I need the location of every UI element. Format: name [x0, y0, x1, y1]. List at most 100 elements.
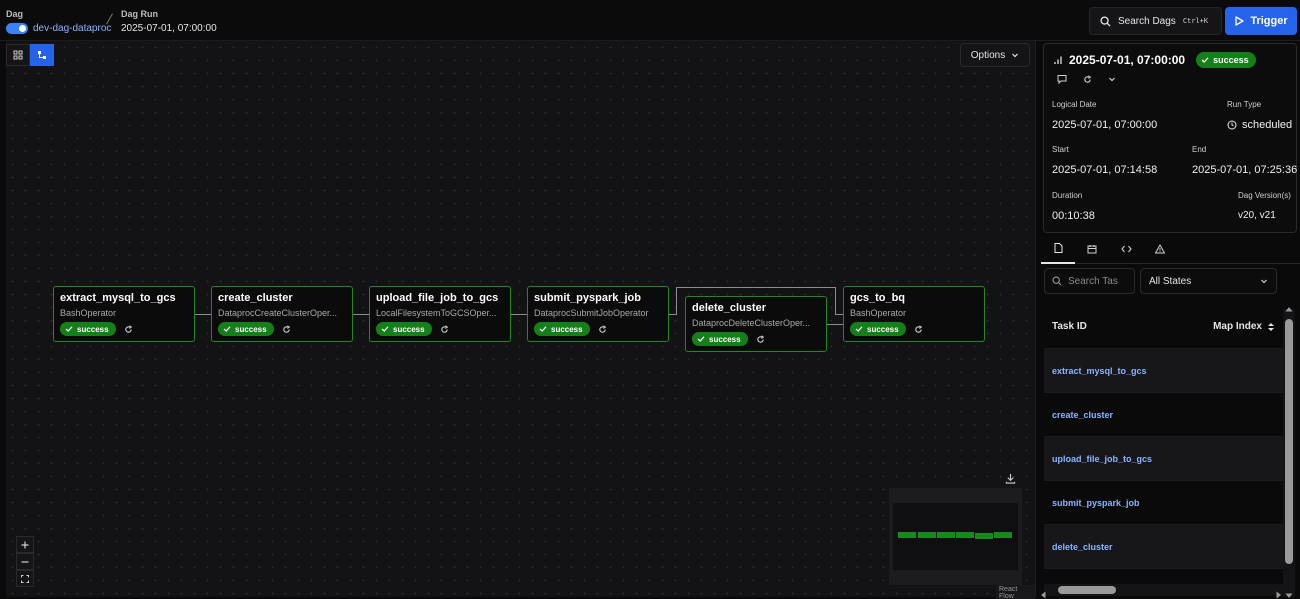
table-row[interactable]: extract_mysql_to_gcs — [1044, 349, 1283, 393]
graph-canvas[interactable]: Options extract_mysql_to_gcs BashOperato… — [6, 41, 1036, 599]
check-icon — [65, 326, 73, 332]
duration-value: 00:10:38 — [1052, 210, 1095, 222]
refresh-icon[interactable] — [440, 324, 449, 334]
status-text: success — [393, 324, 425, 334]
download-icon[interactable] — [1005, 471, 1016, 489]
run-type-value: scheduled — [1242, 119, 1293, 131]
dag-version-value: v20, v21 — [1238, 210, 1276, 221]
refresh-icon[interactable] — [598, 324, 607, 334]
task-node-operator: DataprocCreateClusterOper... — [218, 308, 338, 318]
zoom-controls — [16, 536, 34, 587]
dag-run-value: 2025-07-01, 07:00:00 — [121, 23, 217, 34]
scroll-up-arrow-icon[interactable] — [1285, 299, 1293, 317]
table-row[interactable]: delete_cluster — [1044, 525, 1283, 569]
tab-events[interactable] — [1075, 234, 1109, 264]
zoom-out-button[interactable] — [16, 553, 34, 570]
edge — [676, 287, 836, 288]
minimap-node — [994, 532, 1012, 538]
state-filter-value: All States — [1149, 275, 1192, 287]
column-task-id[interactable]: Task ID — [1052, 321, 1087, 332]
end-label: End — [1192, 145, 1207, 154]
horizontal-scroll-thumb[interactable] — [1058, 586, 1116, 594]
fit-view-button[interactable] — [16, 570, 34, 587]
play-icon — [1235, 16, 1244, 26]
task-node-name: submit_pyspark_job — [534, 292, 641, 304]
grid-view-button[interactable] — [6, 44, 30, 66]
start-field: Start 2025-07-01, 07:14:58 — [1052, 145, 1157, 176]
grid-icon — [13, 50, 23, 60]
tab-task-instances[interactable] — [1041, 234, 1075, 264]
chevron-down-icon[interactable] — [1108, 75, 1116, 83]
scroll-down-arrow-icon[interactable] — [1285, 586, 1293, 599]
dag-version-label: Dag Version(s) — [1238, 191, 1291, 200]
start-label: Start — [1052, 145, 1069, 154]
run-status-text: success — [1213, 55, 1249, 65]
clock-icon — [1227, 120, 1237, 130]
task-node-delete-cluster[interactable]: delete_cluster DataprocDeleteClusterOper… — [685, 296, 827, 352]
table-row[interactable]: upload_file_job_to_gcs — [1044, 437, 1283, 481]
minimap-node — [975, 533, 993, 539]
trigger-button[interactable]: Trigger — [1225, 7, 1297, 35]
scroll-left-arrow-icon[interactable] — [1040, 586, 1046, 599]
task-node-name: extract_mysql_to_gcs — [60, 292, 176, 304]
column-map-index-label: Map Index — [1213, 321, 1262, 332]
search-dags-button[interactable]: Search Dags Ctrl+K — [1089, 7, 1222, 35]
table-row[interactable]: submit_pyspark_job — [1044, 481, 1283, 525]
options-button[interactable]: Options — [960, 43, 1030, 67]
refresh-icon[interactable] — [756, 334, 765, 344]
dag-pause-toggle[interactable] — [6, 23, 28, 34]
table-row[interactable]: create_cluster — [1044, 393, 1283, 437]
task-node-gcs-to-bq[interactable]: gcs_to_bq BashOperator success — [843, 286, 985, 342]
react-flow-attribution[interactable]: React Flow — [996, 585, 1035, 599]
options-label: Options — [970, 49, 1006, 61]
state-filter-select[interactable]: All States — [1140, 268, 1277, 294]
horizontal-scrollbar[interactable] — [1044, 584, 1283, 596]
vertical-scrollbar[interactable] — [1283, 309, 1295, 597]
dag-id-link[interactable]: dev-dag-dataproc — [33, 23, 111, 34]
duration-label: Duration — [1052, 191, 1083, 200]
comment-icon[interactable] — [1057, 74, 1067, 84]
task-search-box[interactable] — [1044, 268, 1135, 294]
task-table: Task ID Map Index extract_mysql_to_gcs c… — [1044, 305, 1283, 595]
vertical-scroll-thumb[interactable] — [1285, 319, 1293, 564]
task-node-name: upload_file_job_to_gcs — [376, 292, 499, 304]
edge — [353, 314, 369, 315]
task-node-create-cluster[interactable]: create_cluster DataprocCreateClusterOper… — [211, 286, 353, 342]
task-node-operator: BashOperator — [60, 308, 117, 318]
scroll-right-arrow-icon[interactable] — [1276, 586, 1282, 599]
logical-date-field: Logical Date 2025-07-01, 07:00:00 — [1052, 100, 1157, 131]
tab-code[interactable] — [1109, 234, 1143, 264]
run-title: 2025-07-01, 07:00:00 — [1069, 53, 1186, 67]
refresh-icon[interactable] — [914, 324, 923, 334]
check-icon — [539, 326, 547, 332]
zoom-in-button[interactable] — [16, 536, 34, 553]
refresh-icon[interactable] — [282, 324, 291, 334]
task-node-submit-pyspark-job[interactable]: submit_pyspark_job DataprocSubmitJobOper… — [527, 286, 669, 342]
minimap[interactable] — [889, 488, 1022, 585]
task-node-name: delete_cluster — [692, 302, 766, 314]
tab-warnings[interactable] — [1143, 234, 1177, 264]
dag-run-label: Dag Run — [121, 9, 158, 19]
end-field: End 2025-07-01, 07:25:36 — [1192, 145, 1297, 176]
edge — [195, 314, 211, 315]
status-badge: success — [218, 322, 274, 336]
task-node-upload-file-job-to-gcs[interactable]: upload_file_job_to_gcs LocalFilesystemTo… — [369, 286, 511, 342]
check-icon — [1201, 57, 1209, 63]
logical-date-value: 2025-07-01, 07:00:00 — [1052, 119, 1158, 131]
breadcrumb-dag-run: Dag Run 2025-07-01, 07:00:00 — [121, 9, 217, 34]
dag-label: Dag — [6, 9, 24, 19]
task-node-operator: DataprocSubmitJobOperator — [534, 308, 649, 318]
status-badge: success — [534, 322, 590, 336]
edge — [827, 324, 843, 325]
column-map-index[interactable]: Map Index — [1213, 321, 1275, 332]
task-search-input[interactable] — [1068, 275, 1134, 287]
task-node-operator: DataprocDeleteClusterOper... — [692, 318, 811, 328]
refresh-icon[interactable] — [124, 324, 133, 334]
task-node-name: create_cluster — [218, 292, 293, 304]
clear-run-icon[interactable] — [1083, 74, 1092, 84]
task-node-extract-mysql-to-gcs[interactable]: extract_mysql_to_gcs BashOperator succes… — [53, 286, 195, 342]
check-icon — [855, 326, 863, 332]
status-text: success — [709, 334, 741, 344]
graph-view-button[interactable] — [30, 44, 54, 66]
search-icon — [1052, 276, 1062, 286]
